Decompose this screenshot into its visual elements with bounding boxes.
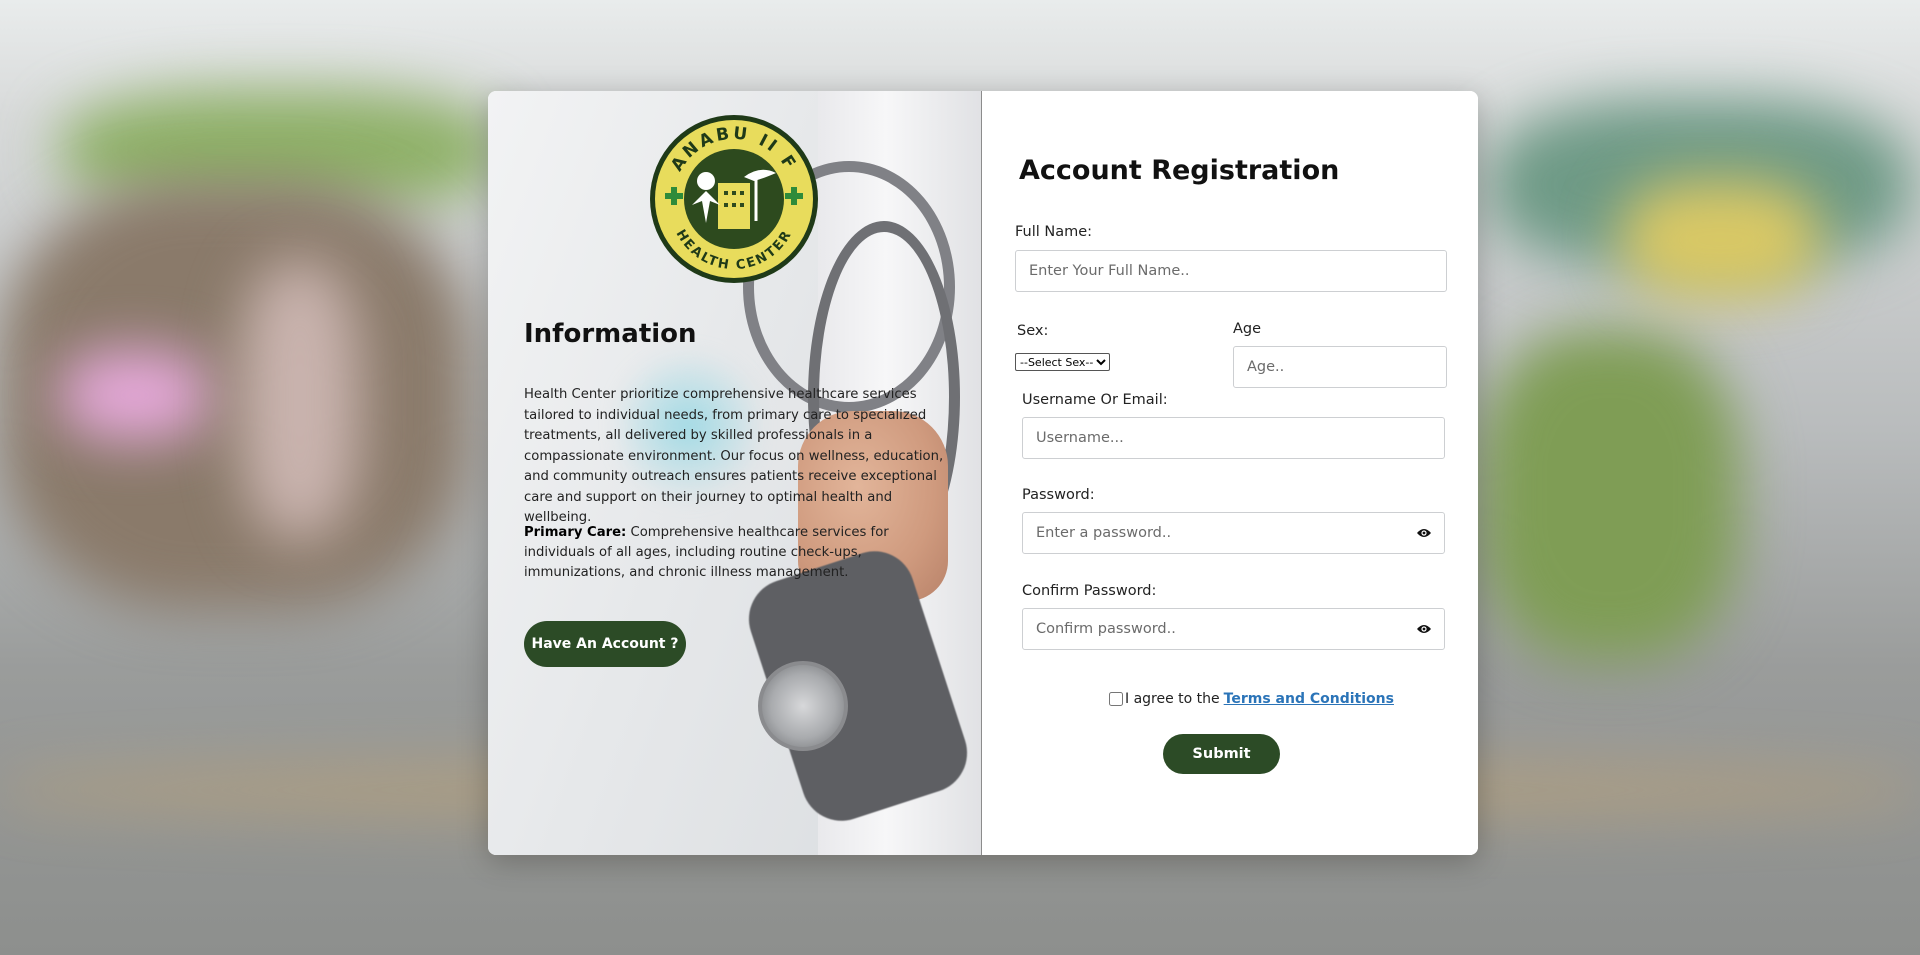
info-title: Information [524,319,697,349]
eye-icon [1417,625,1431,633]
panel-divider [981,91,982,855]
terms-link[interactable]: Terms and Conditions [1224,691,1394,707]
health-center-logo: ANABU II F HEALTH CENTER [650,115,818,283]
username-input[interactable] [1022,417,1445,459]
full-name-input[interactable] [1015,250,1447,292]
form-panel: Account Registration Full Name: Sex: --S… [983,91,1478,855]
info-paragraph: Health Center prioritize comprehensive h… [524,387,944,525]
password-visibility-toggle[interactable] [1416,525,1432,541]
password-label: Password: [1022,487,1095,503]
age-input[interactable] [1233,346,1447,388]
terms-checkbox[interactable] [1109,692,1123,706]
full-name-label: Full Name: [1015,224,1093,240]
sex-select[interactable]: --Select Sex-- [1015,353,1110,371]
have-account-button[interactable]: Have An Account ? [524,621,686,667]
primary-care-text: Primary Care: Comprehensive healthcare s… [524,523,944,583]
stethoscope-chestpiece-image [758,661,848,751]
primary-care-label: Primary Care: [524,525,627,540]
info-panel: ANABU II F HEALTH CENTER Information Hea… [488,91,982,855]
registration-card: ANABU II F HEALTH CENTER Information Hea… [488,91,1478,855]
confirm-password-input[interactable] [1022,608,1445,650]
terms-agreement: I agree to the Terms and Conditions [1109,691,1394,707]
sex-label: Sex: [1017,323,1049,339]
password-input[interactable] [1022,512,1445,554]
form-title: Account Registration [1019,155,1340,186]
confirm-password-visibility-toggle[interactable] [1416,621,1432,637]
eye-icon [1417,529,1431,537]
submit-button[interactable]: Submit [1163,734,1280,774]
username-label: Username Or Email: [1022,392,1168,408]
age-label: Age [1233,321,1262,337]
confirm-password-label: Confirm Password: [1022,583,1157,599]
agree-text: I agree to the [1125,691,1220,707]
